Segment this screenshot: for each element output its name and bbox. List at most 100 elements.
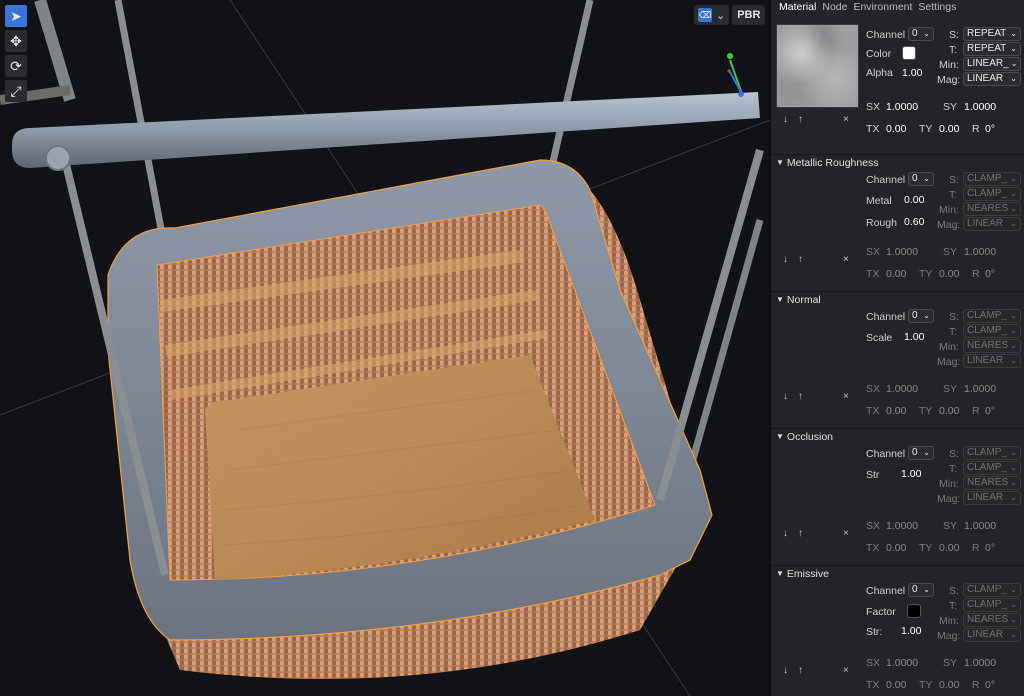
- channel-select[interactable]: 0 ⌄: [908, 446, 934, 460]
- section-header-emissive[interactable]: ▼ Emissive: [771, 565, 1024, 581]
- r-value[interactable]: 0°: [985, 123, 995, 135]
- tab-node[interactable]: Node: [822, 0, 847, 14]
- t-select[interactable]: CLAMP_ ⌄: [963, 187, 1021, 201]
- tx-value[interactable]: 0.00: [886, 123, 906, 135]
- pbr-button[interactable]: PBR: [732, 5, 766, 25]
- move-up-icon[interactable]: ↑: [798, 665, 803, 676]
- section-header-normal[interactable]: ▼ Normal: [771, 291, 1024, 307]
- section-header-occlusion[interactable]: ▼ Occlusion: [771, 428, 1024, 444]
- chevron-down-icon: ⌄: [1010, 448, 1017, 457]
- min-select[interactable]: NEARES ⌄: [963, 613, 1021, 627]
- prop-value[interactable]: 0.60: [904, 216, 924, 228]
- r-label: R: [972, 542, 980, 554]
- base-color-texture-thumbnail[interactable]: [776, 24, 859, 108]
- select-tool-button[interactable]: ➤: [5, 5, 27, 27]
- sx-value[interactable]: 1.0000: [886, 383, 918, 395]
- remove-texture-icon[interactable]: ×: [843, 391, 849, 402]
- tx-value[interactable]: 0.00: [886, 542, 906, 554]
- move-down-icon[interactable]: ↓: [783, 254, 788, 265]
- channel-select[interactable]: 0 ⌄: [908, 309, 934, 323]
- sx-value[interactable]: 1.0000: [886, 657, 918, 669]
- channel-select[interactable]: 0 ⌄: [908, 583, 934, 597]
- min-select[interactable]: NEARES ⌄: [963, 202, 1021, 216]
- move-up-icon[interactable]: ↑: [798, 391, 803, 402]
- tab-material[interactable]: Material: [779, 0, 816, 14]
- tab-environment[interactable]: Environment: [853, 0, 912, 14]
- t-select[interactable]: CLAMP_ ⌄: [963, 598, 1021, 612]
- min-value: NEARES: [967, 203, 1009, 214]
- min-select[interactable]: NEARES ⌄: [963, 476, 1021, 490]
- alpha-value[interactable]: 1.00: [902, 67, 922, 79]
- move-up-icon[interactable]: ↑: [798, 114, 803, 125]
- tx-value[interactable]: 0.00: [886, 679, 906, 691]
- move-down-icon[interactable]: ↓: [783, 391, 788, 402]
- r-value[interactable]: 0°: [985, 542, 995, 554]
- chevron-down-icon: ⌄: [1010, 356, 1017, 365]
- prop-value[interactable]: 1.00: [904, 331, 924, 343]
- tab-settings[interactable]: Settings: [918, 0, 956, 14]
- sy-value[interactable]: 1.0000: [964, 101, 996, 113]
- s-value: CLAMP_: [967, 310, 1008, 321]
- s-select[interactable]: CLAMP_ ⌄: [963, 583, 1021, 597]
- s-select[interactable]: CLAMP_ ⌄: [963, 172, 1021, 186]
- prop-value[interactable]: 0.00: [904, 194, 924, 206]
- mag-filter-select[interactable]: LINEAR ⌄: [963, 72, 1021, 86]
- mag-value: LINEAR: [967, 629, 1004, 640]
- remove-texture-icon[interactable]: ×: [843, 254, 849, 265]
- rotate-tool-button[interactable]: ⟳: [5, 55, 27, 77]
- remove-texture-icon[interactable]: ×: [843, 114, 849, 125]
- r-value[interactable]: 0°: [985, 679, 995, 691]
- move-down-icon[interactable]: ↓: [783, 114, 788, 125]
- scale-icon: ⤢: [10, 83, 22, 99]
- t-wrap-select[interactable]: REPEAT ⌄: [963, 42, 1021, 56]
- mag-select[interactable]: LINEAR ⌄: [963, 628, 1021, 642]
- r-value[interactable]: 0°: [985, 268, 995, 280]
- move-down-icon[interactable]: ↓: [783, 528, 788, 539]
- sy-value[interactable]: 1.0000: [964, 520, 996, 532]
- remove-texture-icon[interactable]: ×: [843, 665, 849, 676]
- t-select[interactable]: CLAMP_ ⌄: [963, 324, 1021, 338]
- sx-value[interactable]: 1.0000: [886, 520, 918, 532]
- ty-label: TY: [919, 679, 933, 691]
- shading-mode-button[interactable]: ⌫ ⌄: [694, 5, 730, 25]
- tx-value[interactable]: 0.00: [886, 405, 906, 417]
- factor-color-swatch[interactable]: [907, 604, 921, 618]
- tx-value[interactable]: 0.00: [886, 268, 906, 280]
- remove-texture-icon[interactable]: ×: [843, 528, 849, 539]
- mag-select[interactable]: LINEAR ⌄: [963, 354, 1021, 368]
- ty-value[interactable]: 0.00: [939, 268, 959, 280]
- prop-value[interactable]: 1.00: [901, 625, 921, 637]
- move-down-icon[interactable]: ↓: [783, 665, 788, 676]
- ty-label: TY: [919, 542, 933, 554]
- s-select[interactable]: CLAMP_ ⌄: [963, 309, 1021, 323]
- sx-value[interactable]: 1.0000: [886, 246, 918, 258]
- s-wrap-select[interactable]: REPEAT ⌄: [963, 27, 1021, 41]
- tx-label: TX: [866, 679, 880, 691]
- sx-value[interactable]: 1.0000: [886, 101, 918, 113]
- t-select[interactable]: CLAMP_ ⌄: [963, 461, 1021, 475]
- move-up-icon[interactable]: ↑: [798, 254, 803, 265]
- min-label: Min:: [939, 478, 959, 490]
- ty-value[interactable]: 0.00: [939, 405, 959, 417]
- r-value[interactable]: 0°: [985, 405, 995, 417]
- ty-value[interactable]: 0.00: [939, 123, 959, 135]
- section-header-metallic-roughness[interactable]: ▼ Metallic Roughness: [771, 154, 1024, 170]
- channel-select[interactable]: 0 ⌄: [908, 172, 934, 186]
- 3d-viewport[interactable]: ➤ ✥ ⟳ ⤢ ⌫ ⌄ PBR: [0, 0, 770, 696]
- sy-value[interactable]: 1.0000: [964, 246, 996, 258]
- min-select[interactable]: NEARES ⌄: [963, 339, 1021, 353]
- channel-select[interactable]: 0 ⌄: [908, 27, 934, 41]
- move-tool-button[interactable]: ✥: [5, 30, 27, 52]
- mag-select[interactable]: LINEAR ⌄: [963, 217, 1021, 231]
- ty-value[interactable]: 0.00: [939, 542, 959, 554]
- min-filter-select[interactable]: LINEAR_ ⌄: [963, 57, 1021, 71]
- sy-value[interactable]: 1.0000: [964, 383, 996, 395]
- sy-value[interactable]: 1.0000: [964, 657, 996, 669]
- prop-value[interactable]: 1.00: [901, 468, 921, 480]
- scale-tool-button[interactable]: ⤢: [5, 80, 27, 102]
- s-select[interactable]: CLAMP_ ⌄: [963, 446, 1021, 460]
- ty-value[interactable]: 0.00: [939, 679, 959, 691]
- color-swatch[interactable]: [902, 46, 916, 60]
- move-up-icon[interactable]: ↑: [798, 528, 803, 539]
- mag-select[interactable]: LINEAR ⌄: [963, 491, 1021, 505]
